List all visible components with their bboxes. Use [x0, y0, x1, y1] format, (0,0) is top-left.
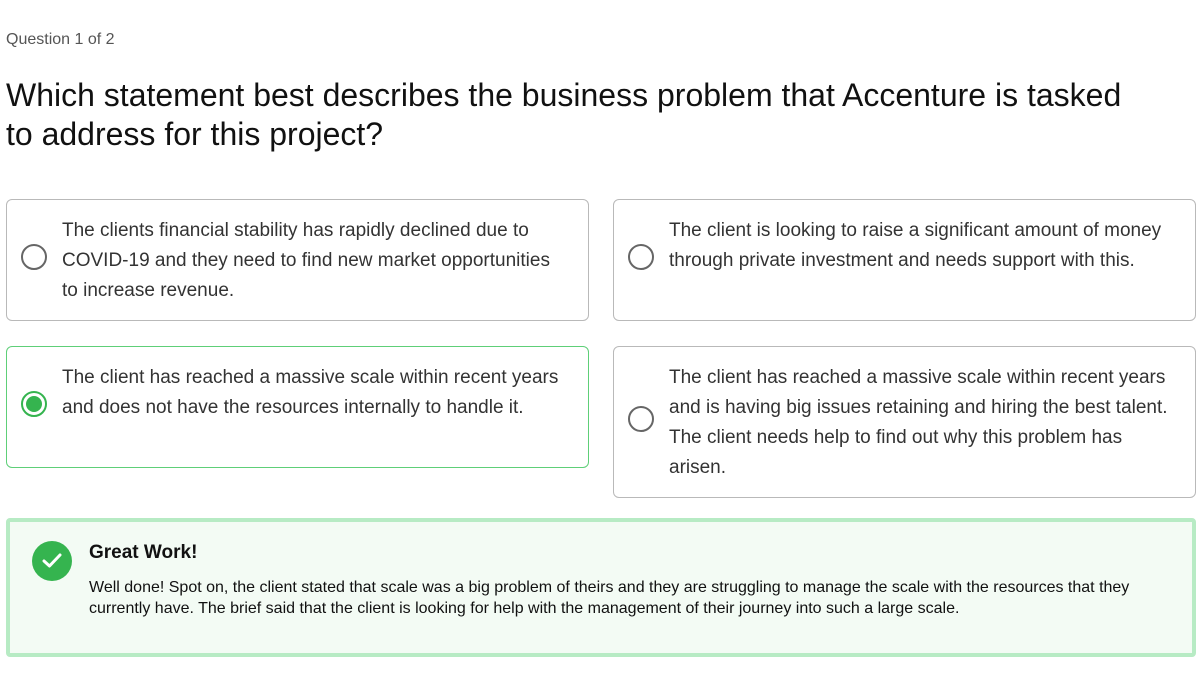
quiz-page: Question 1 of 2 Which statement best des… [0, 0, 1200, 675]
radio-button-selected[interactable] [21, 391, 47, 417]
answer-option-text: The client has reached a massive scale w… [62, 367, 559, 418]
feedback-panel: Great Work! Well done! Spot on, the clie… [6, 518, 1196, 657]
answer-option-1[interactable]: The clients financial stability has rapi… [6, 199, 589, 321]
feedback-title: Great Work! [89, 542, 198, 563]
answer-option-4[interactable]: The client has reached a massive scale w… [613, 346, 1196, 498]
radio-button[interactable] [628, 406, 654, 432]
radio-button[interactable] [21, 244, 47, 270]
checkmark-icon [32, 541, 72, 581]
answer-option-text: The clients financial stability has rapi… [62, 220, 550, 301]
radio-button[interactable] [628, 244, 654, 270]
feedback-message: Well done! Spot on, the client stated th… [89, 579, 1130, 617]
answer-option-text: The client is looking to raise a signifi… [669, 220, 1162, 271]
answer-option-2[interactable]: The client is looking to raise a signifi… [613, 199, 1196, 321]
answer-option-text: The client has reached a massive scale w… [669, 367, 1168, 478]
question-text: Which statement best describes the busin… [6, 77, 1122, 152]
question-counter: Question 1 of 2 [6, 31, 115, 48]
answer-option-3[interactable]: The client has reached a massive scale w… [6, 346, 589, 468]
